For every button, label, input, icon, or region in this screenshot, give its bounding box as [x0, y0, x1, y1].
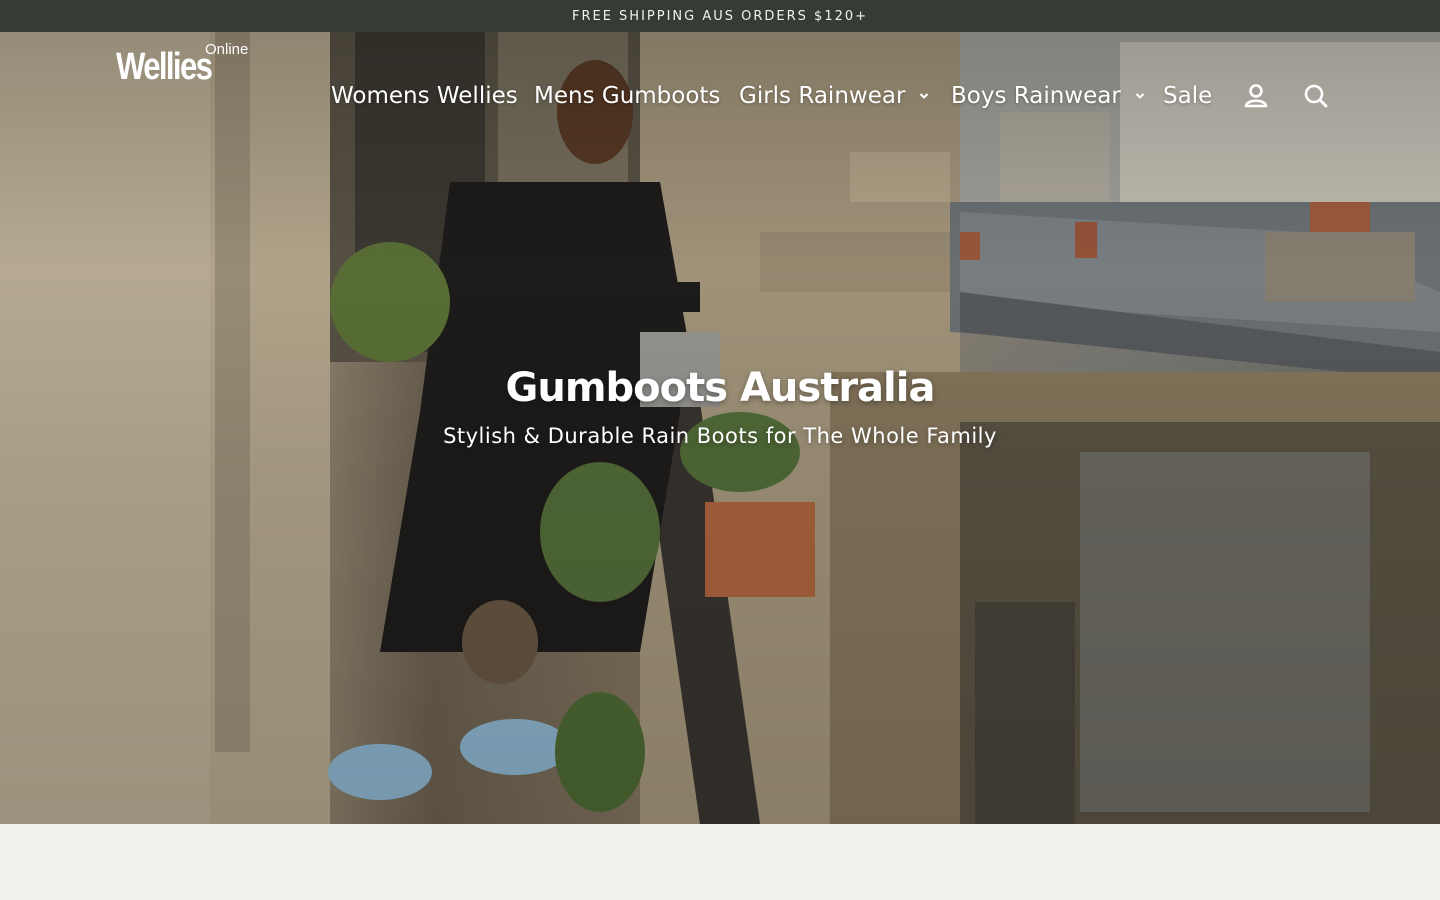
chevron-down-icon — [920, 93, 929, 99]
nav-label: Boys Rainwear — [951, 83, 1121, 109]
hero-text-block: Gumboots Australia Stylish & Durable Rai… — [0, 364, 1440, 450]
chevron-down-icon — [1135, 93, 1145, 99]
announcement-bar: FREE SHIPPING AUS ORDERS $120+ — [0, 0, 1440, 32]
nav-label: Girls Rainwear — [739, 83, 906, 109]
nav-boys-rainwear[interactable]: Boys Rainwear — [951, 76, 1145, 116]
account-icon[interactable] — [1242, 82, 1270, 110]
nav-girls-rainwear[interactable]: Girls Rainwear — [739, 76, 929, 116]
logo-subtext: Online — [205, 41, 249, 58]
hero-title: Gumboots Australia — [505, 365, 936, 411]
page-content-area — [0, 824, 1440, 900]
nav-womens-wellies[interactable]: Womens Wellies — [331, 76, 518, 116]
nav-label: Mens Gumboots — [534, 83, 721, 109]
main-navigation: Womens Wellies Mens Gumboots Girls Rainw… — [0, 76, 1440, 116]
nav-sale[interactable]: Sale — [1163, 76, 1212, 116]
search-icon[interactable] — [1302, 82, 1330, 110]
announcement-text: FREE SHIPPING AUS ORDERS $120+ — [571, 8, 869, 24]
hero-subtitle: Stylish & Durable Rain Boots for The Who… — [443, 424, 997, 448]
nav-label: Sale — [1163, 83, 1213, 109]
nav-label: Womens Wellies — [331, 83, 518, 109]
nav-mens-gumboots[interactable]: Mens Gumboots — [534, 76, 720, 116]
